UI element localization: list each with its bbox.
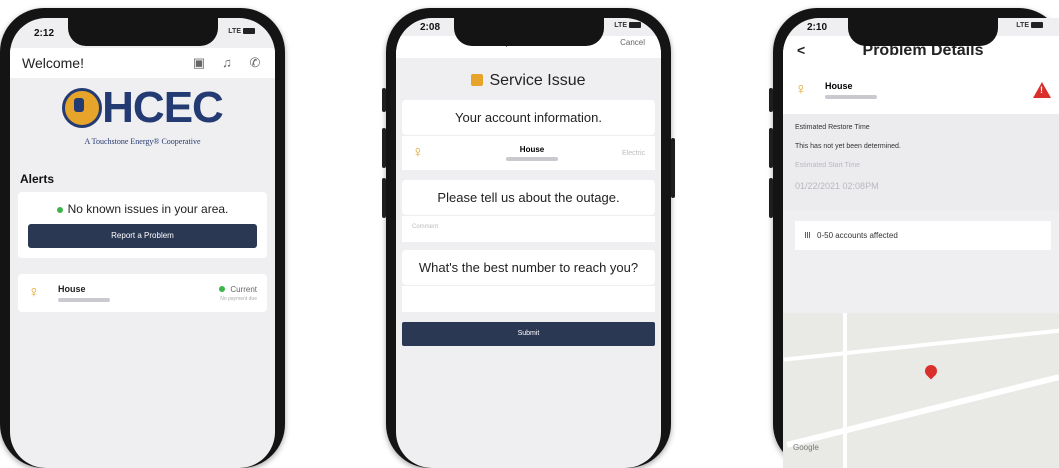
hcec-logo: HCEC A Touchstone Energy® Cooperative [10,78,275,166]
screen: 2:08 LTE Report a Problem Cancel Service… [396,18,661,468]
report-problem-button[interactable]: Report a Problem [28,224,257,248]
id-card-icon[interactable]: ▣ [191,56,207,70]
cancel-button[interactable]: Cancel [620,38,645,47]
account-card[interactable]: ♀ House Current No payment due [18,274,267,312]
account-number-blurred [58,298,110,302]
map-pin-icon[interactable] [922,362,940,380]
restore-value: This has not yet been determined. [795,143,901,150]
account-status: Current [230,284,257,294]
alert-message: No known issues in your area. [67,202,229,216]
warning-icon: ! [1033,82,1051,98]
alert-card: No known issues in your area. Report a P… [18,192,267,258]
bar-chart-icon [805,231,813,240]
screen: 2:12 LTE Welcome! ▣ ♫ ✆ HCEC A Touchston… [10,18,275,468]
question-outage: Please tell us about the outage. [402,180,655,215]
account-type: Electric [622,149,645,157]
affected-accounts: 0-50 accounts affected [795,221,1051,250]
question-phone: What's the best number to reach you? [402,250,655,285]
account-row: ♀ House ! [783,66,1059,114]
outage-map[interactable]: Google [783,313,1059,468]
question-account: Your account information. [402,100,655,135]
signal-icon: LTE [228,28,255,35]
lightbulb-icon: ♀ [795,81,807,98]
lightbulb-icon: ♀ [28,284,40,301]
start-value: 01/22/2021 02:08PM [795,181,879,191]
submit-button[interactable]: Submit [402,322,655,346]
comment-input[interactable]: Comment [402,215,655,242]
signal-icon: LTE [1016,22,1043,29]
logo-icon [62,88,103,128]
phone-report-problem: 2:08 LTE Report a Problem Cancel Service… [382,8,675,468]
signal-icon: LTE [614,22,641,29]
status-time: 2:12 [34,28,55,39]
phone-icon[interactable]: ✆ [247,56,263,70]
phone-welcome: 2:12 LTE Welcome! ▣ ♫ ✆ HCEC A Touchston… [0,8,285,468]
phone-number-input[interactable] [402,285,655,312]
phone-problem-details: 2:10 LTE < Problem Details ♀ House ! Est… [769,8,1059,468]
restore-label: Estimated Restore Time [795,124,870,131]
page-title: Welcome! [22,55,84,71]
account-row[interactable]: ♀ House Electric [402,135,655,170]
screen: 2:10 LTE < Problem Details ♀ House ! Est… [783,18,1059,468]
flag-icon [471,74,484,86]
lightbulb-icon: ♀ [412,144,424,161]
status-dot-icon [56,206,63,213]
alerts-heading: Alerts [20,172,55,186]
service-issue-title: Service Issue [396,58,661,100]
account-name: House [58,284,86,294]
bell-icon[interactable]: ♫ [219,56,235,70]
start-label: Estimated Start Time [795,162,860,169]
app-header: Welcome! ▣ ♫ ✆ [10,48,275,78]
google-logo: Google [793,443,819,452]
restore-info: Estimated Restore Time This has not yet … [783,114,1059,211]
